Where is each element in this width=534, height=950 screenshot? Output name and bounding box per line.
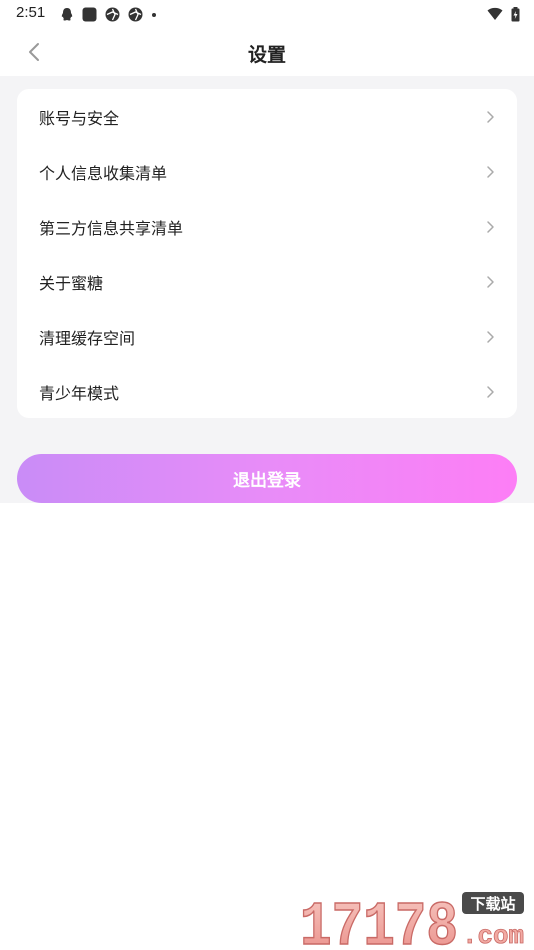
settings-item-account-security[interactable]: 账号与安全 (17, 89, 517, 144)
aperture-icon-2 (128, 7, 143, 21)
watermark-logo: 17178 下载站 .com (300, 891, 524, 946)
wifi-icon (487, 7, 503, 20)
chevron-right-icon (487, 165, 494, 178)
settings-item-third-party-sharing[interactable]: 第三方信息共享清单 (17, 199, 517, 254)
settings-item-label: 清理缓存空间 (39, 328, 136, 348)
dot-icon (152, 12, 156, 17)
page-title: 设置 (247, 44, 286, 66)
status-time: 2:51 (16, 4, 46, 21)
app-square-icon (82, 7, 97, 21)
status-bar: 2:51 (0, 0, 534, 28)
battery-charging-icon (511, 6, 520, 21)
system-icons (487, 6, 520, 22)
navigation-bar: 设置 (0, 28, 534, 76)
settings-item-label: 个人信息收集清单 (39, 163, 168, 183)
chevron-right-icon (487, 275, 494, 288)
settings-item-label: 账号与安全 (39, 108, 120, 128)
notification-icons (60, 6, 157, 22)
chevron-right-icon (487, 385, 494, 398)
settings-item-label: 青少年模式 (39, 383, 120, 403)
settings-item-clear-cache[interactable]: 清理缓存空间 (17, 309, 517, 364)
settings-item-about[interactable]: 关于蜜糖 (17, 254, 517, 309)
chevron-right-icon (487, 220, 494, 233)
aperture-icon (105, 7, 120, 21)
watermark-number: 17178 (300, 892, 458, 946)
watermark-domain: .com (462, 921, 524, 946)
logout-button[interactable]: 退出登录 (17, 454, 517, 503)
settings-item-personal-info-list[interactable]: 个人信息收集清单 (17, 144, 517, 199)
qq-icon (61, 7, 73, 20)
watermark-tag: 下载站 (470, 895, 515, 913)
settings-item-teen-mode[interactable]: 青少年模式 (17, 364, 517, 419)
settings-content: 账号与安全 个人信息收集清单 第三方信息共享清单 关于蜜糖 清理缓存空间 青少年… (0, 76, 534, 503)
settings-item-label: 第三方信息共享清单 (39, 218, 184, 238)
chevron-right-icon (487, 330, 494, 343)
settings-item-label: 关于蜜糖 (39, 273, 104, 293)
chevron-right-icon (487, 110, 494, 123)
settings-list: 账号与安全 个人信息收集清单 第三方信息共享清单 关于蜜糖 清理缓存空间 青少年… (17, 89, 517, 418)
